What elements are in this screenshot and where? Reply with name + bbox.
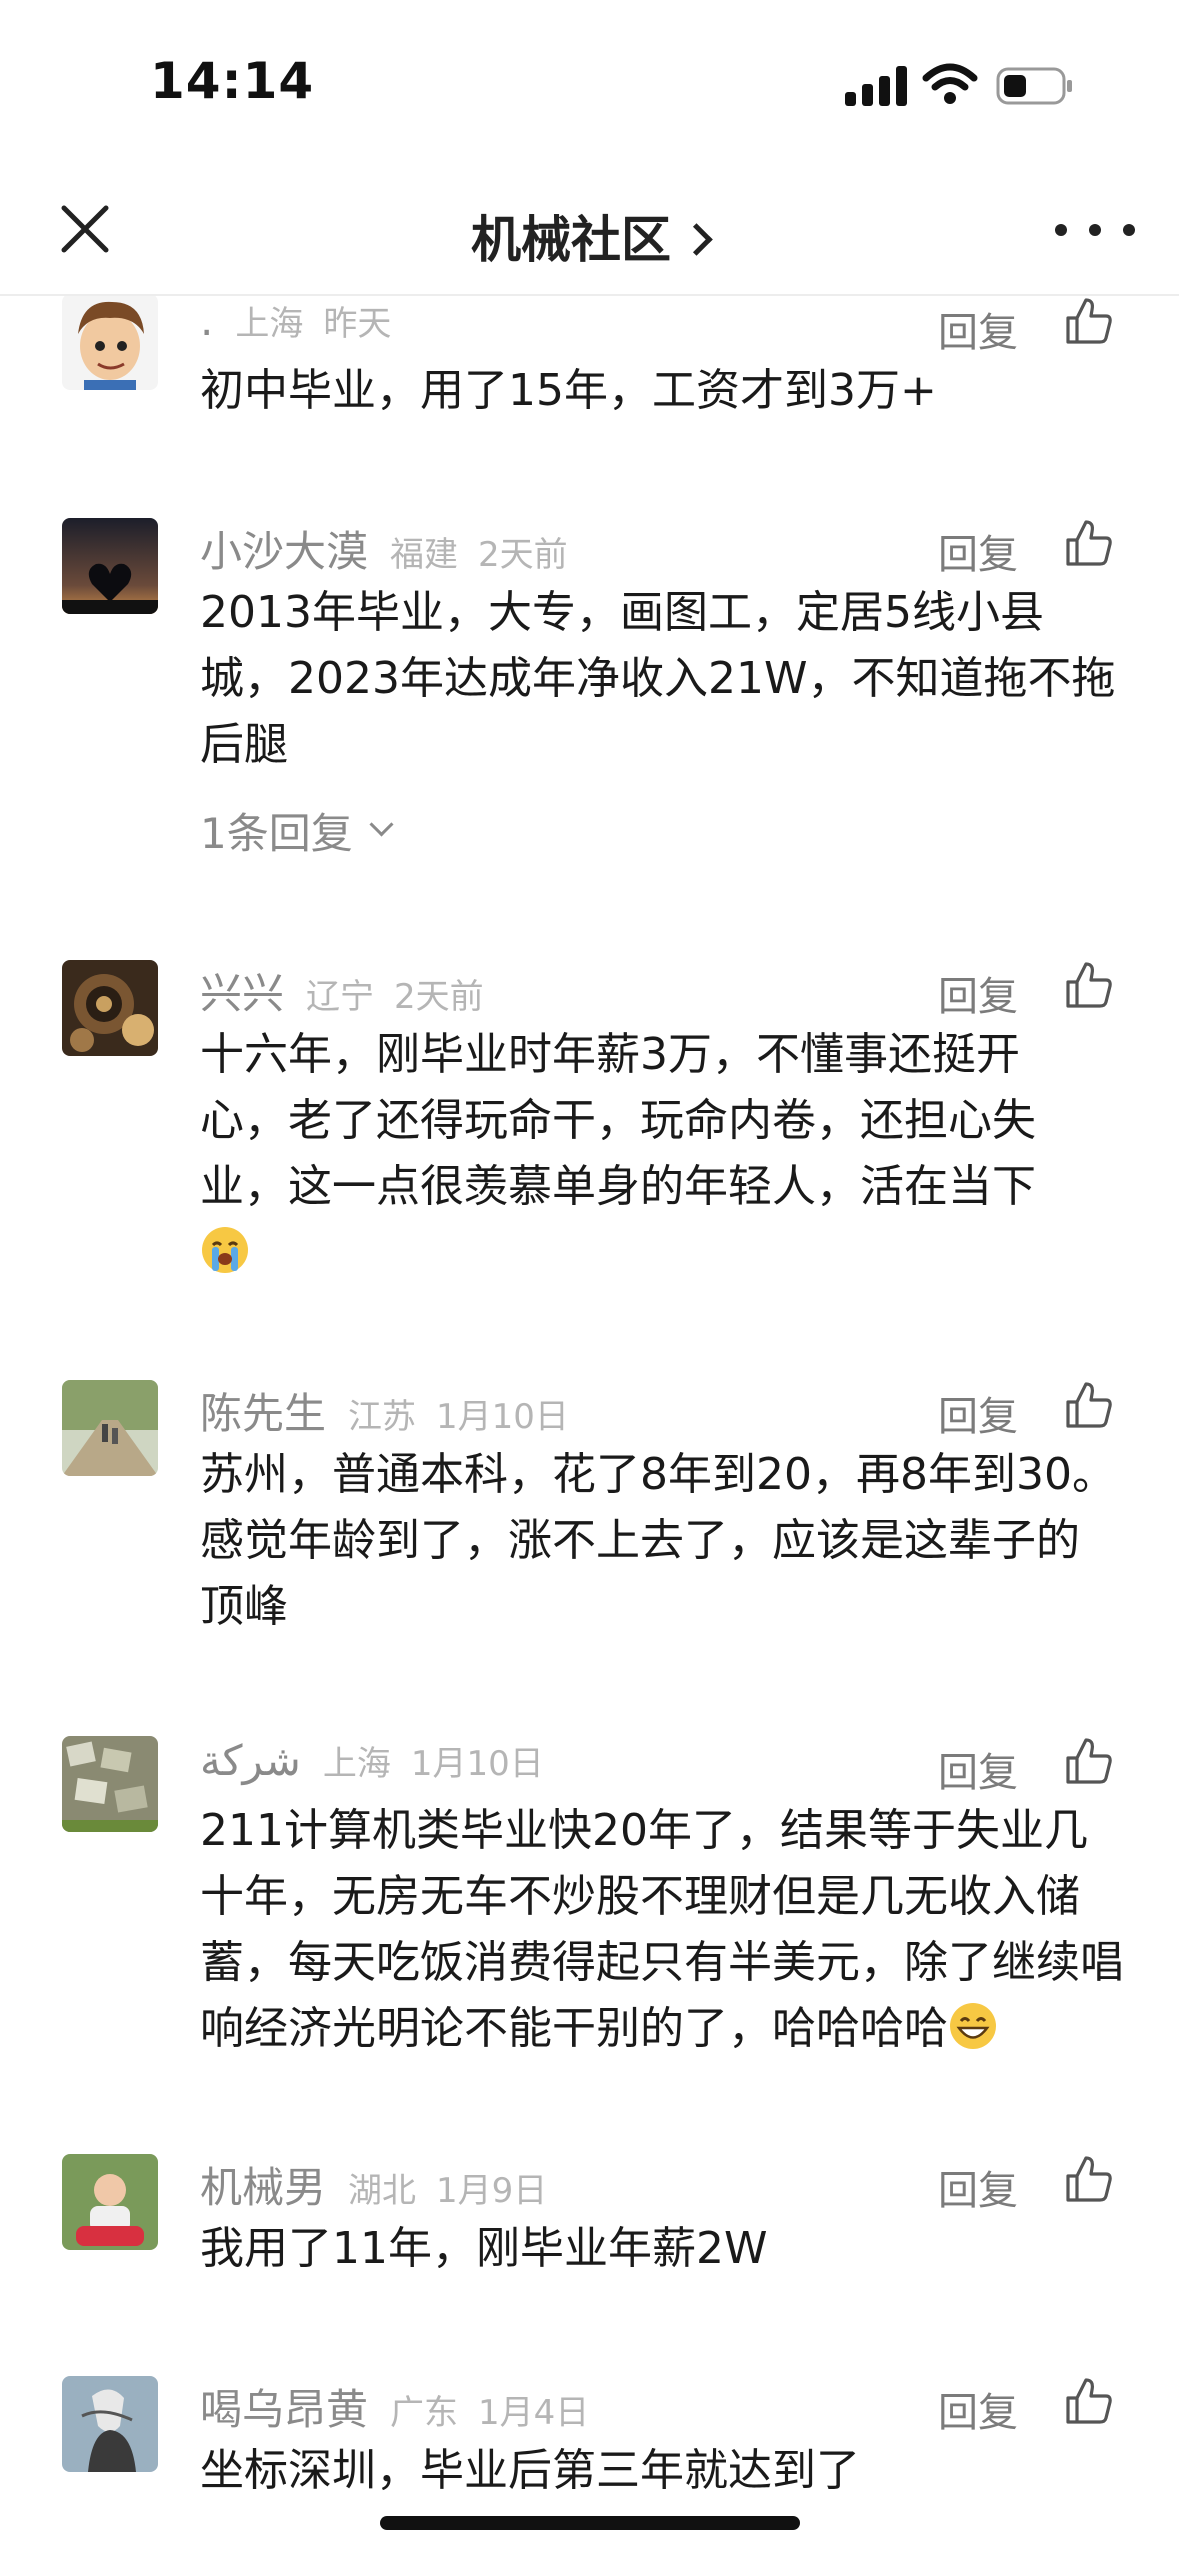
comment-meta: 小沙大漠 福建 2天前 <box>200 518 588 576</box>
wifi-icon <box>922 63 978 104</box>
chevron-down-icon <box>369 812 394 837</box>
avatar[interactable] <box>62 518 158 614</box>
reply-button[interactable]: 回复 <box>938 2380 1018 2438</box>
avatar[interactable] <box>62 1380 158 1476</box>
comment-text: 我用了11年，刚毕业年薪2W <box>200 2223 768 2274</box>
comment-date: 2天前 <box>394 977 484 1017</box>
view-replies-button[interactable]: 1条回复 <box>200 800 394 861</box>
comment-text: 十六年，刚毕业时年薪3万，不懂事还挺开心，老了还得玩命干，玩命内卷，还担心失业，… <box>200 1022 1080 1286</box>
comment-text-body: 十六年，刚毕业时年薪3万，不懂事还挺开心，老了还得玩命干，玩命内卷，还担心失业，… <box>200 1029 1036 1212</box>
comment-date: 昨天 <box>323 304 392 344</box>
reply-button[interactable]: 回复 <box>938 964 1018 1022</box>
comment-list: . 上海 昨天 回复 初中毕业，用了15年，工资才到3万+ 小沙大漠 福建 2天… <box>0 296 1179 2556</box>
thumbs-up-icon[interactable] <box>1064 2154 1114 2204</box>
comment-username[interactable]: 喝乌昂黄 <box>200 2376 368 2437</box>
thumbs-up-icon[interactable] <box>1064 960 1114 1010</box>
comment-text: 211计算机类毕业快20年了，结果等于失业几十年，无房无车不炒股不理财但是几无收… <box>200 1798 1130 2062</box>
reply-button[interactable]: 回复 <box>938 522 1018 580</box>
comment-location: 福建 <box>390 535 459 575</box>
nav-bar: 机械社区 <box>0 160 1179 296</box>
comment-date: 1月10日 <box>410 1744 544 1784</box>
thumbs-up-icon[interactable] <box>1064 1736 1114 1786</box>
comment-username[interactable]: 兴兴 <box>200 960 284 1021</box>
cellular-signal-icon <box>845 66 909 106</box>
comment-text: 初中毕业，用了15年，工资才到3万+ <box>200 365 937 416</box>
comment-username[interactable]: 小沙大漠 <box>200 518 368 579</box>
page-title-text: 机械社区 <box>471 211 671 269</box>
home-indicator[interactable] <box>380 2516 800 2530</box>
battery-icon <box>996 67 1072 105</box>
status-time: 14:14 <box>150 52 315 110</box>
comment-meta: . 上海 昨天 <box>200 296 411 352</box>
comment-username[interactable]: شركة <box>200 1736 301 1785</box>
comment-meta: 陈先生 江苏 1月10日 <box>200 1380 589 1438</box>
comment-meta: 兴兴 辽宁 2天前 <box>200 960 504 1018</box>
replies-count-label: 1条回复 <box>200 809 353 858</box>
comment-location: 湖北 <box>348 2171 417 2211</box>
thumbs-up-icon[interactable] <box>1064 296 1114 346</box>
avatar[interactable] <box>62 2376 158 2472</box>
reply-button[interactable]: 回复 <box>938 1740 1018 1798</box>
reply-button[interactable]: 回复 <box>938 2158 1018 2216</box>
comment-text: 坐标深圳，毕业后第三年就达到了 <box>200 2445 860 2496</box>
thumbs-up-icon[interactable] <box>1064 2376 1114 2426</box>
page-title[interactable]: 机械社区 <box>0 200 1179 272</box>
avatar[interactable] <box>62 1736 158 1832</box>
comment-location: 江苏 <box>348 1397 417 1437</box>
comment-text: 2013年毕业，大专，画图工，定居5线小县城，2023年达成年净收入21W，不知… <box>200 587 1116 770</box>
reply-button[interactable]: 回复 <box>938 300 1018 358</box>
avatar[interactable] <box>62 2154 158 2250</box>
chevron-right-icon <box>680 223 713 256</box>
comment-meta: 喝乌昂黄 广东 1月4日 <box>200 2376 609 2434</box>
thumbs-up-icon[interactable] <box>1064 518 1114 568</box>
comment-location: 上海 <box>235 304 304 344</box>
avatar[interactable] <box>62 960 158 1056</box>
status-bar: 14:14 <box>0 0 1179 160</box>
crying-face-icon <box>202 1227 248 1273</box>
comment-text: 苏州，普通本科，花了8年到20，再8年到30。感觉年龄到了，涨不上去了，应该是这… <box>200 1449 1116 1632</box>
comment-username[interactable]: 陈先生 <box>200 1380 326 1441</box>
thumbs-up-icon[interactable] <box>1064 1380 1114 1430</box>
reply-button[interactable]: 回复 <box>938 1384 1018 1442</box>
grinning-face-icon <box>950 2003 996 2049</box>
comment-username[interactable]: 机械男 <box>200 2154 326 2215</box>
comment-meta: شركة 上海 1月10日 <box>200 1736 564 1792</box>
more-options-icon[interactable] <box>1055 200 1135 260</box>
comment-location: 辽宁 <box>306 977 375 1017</box>
comment-date: 2天前 <box>478 535 568 575</box>
comment-username[interactable]: . <box>200 296 213 345</box>
comment-meta: 机械男 湖北 1月9日 <box>200 2154 567 2212</box>
comment-date: 1月4日 <box>478 2393 590 2433</box>
comment-location: 广东 <box>390 2393 459 2433</box>
avatar[interactable] <box>62 296 158 390</box>
comment-location: 上海 <box>322 1744 391 1784</box>
comment-date: 1月9日 <box>436 2171 548 2211</box>
comment-date: 1月10日 <box>436 1397 569 1437</box>
